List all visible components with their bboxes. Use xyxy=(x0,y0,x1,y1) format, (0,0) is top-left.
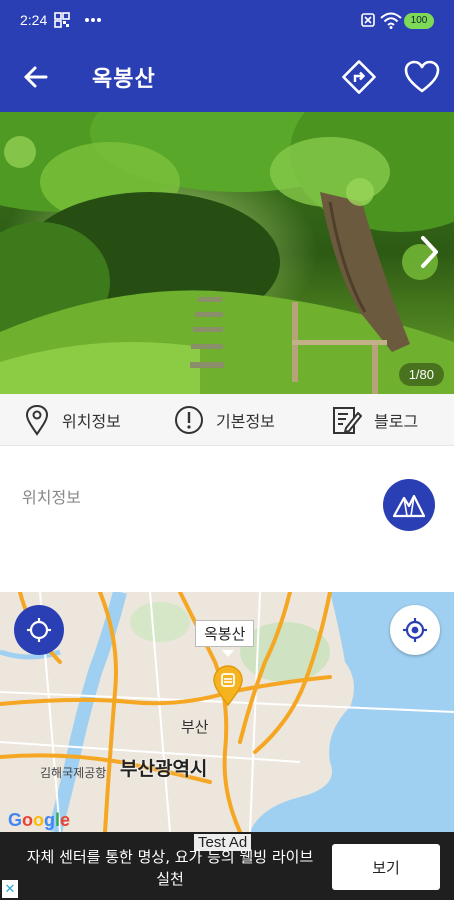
ad-banner[interactable]: 자체 센터를 통한 명상, 요가 등의 웰빙 라이브 실천 Test Ad 보기… xyxy=(0,832,454,900)
map-marker-label-tail xyxy=(222,650,234,657)
arrow-left-icon[interactable] xyxy=(18,59,54,95)
chevron-right-icon[interactable] xyxy=(414,232,444,272)
tab-basic-info-label: 기본정보 xyxy=(216,412,275,431)
status-time: 2:24 xyxy=(20,12,48,28)
wifi-icon xyxy=(380,12,402,29)
status-bar: 2:24 100 xyxy=(0,0,454,42)
directions-icon[interactable] xyxy=(340,58,378,96)
heart-outline-icon[interactable] xyxy=(402,58,442,96)
tab-location[interactable]: 위치정보 xyxy=(24,394,121,446)
photo-gallery[interactable]: 1/80 xyxy=(0,112,454,394)
ad-cta-button[interactable]: 보기 xyxy=(332,844,440,890)
map-airport-label: 김해국제공항 xyxy=(40,766,107,780)
my-location-left-button[interactable] xyxy=(14,605,64,655)
app-bar: 옥봉산 xyxy=(0,42,454,112)
battery-icon: 100 xyxy=(404,13,434,29)
my-location-icon xyxy=(403,618,427,642)
map-marker-label[interactable]: 옥봉산 xyxy=(195,620,255,647)
tab-blog[interactable]: 블로그 xyxy=(332,394,418,446)
map-city-big-label: 부산광역시 xyxy=(120,758,208,780)
mountain-icon xyxy=(393,494,425,518)
info-tabs: 위치정보 기본정보 블로그 xyxy=(0,394,454,446)
adchoices-x-icon[interactable]: ✕ xyxy=(2,880,18,898)
location-section: 위치정보 xyxy=(0,446,454,592)
map-view[interactable]: 옥봉산 부산 부산광역시 김해국제공항 Google xyxy=(0,592,454,832)
map-city-label: 부산 xyxy=(181,718,209,736)
grid-icon xyxy=(54,12,70,28)
info-circle-icon xyxy=(175,406,203,434)
my-location-icon xyxy=(27,618,51,642)
location-pin-icon xyxy=(25,404,49,436)
mountain-trail-photo xyxy=(0,112,454,394)
google-logo: Google xyxy=(8,810,71,830)
more-icon xyxy=(85,18,101,22)
mountain-button[interactable] xyxy=(383,479,435,531)
edit-note-icon xyxy=(333,407,362,434)
ad-label: Test Ad xyxy=(194,834,252,851)
tab-location-label: 위치정보 xyxy=(62,412,121,431)
photo-counter: 1/80 xyxy=(398,363,444,386)
my-location-right-button[interactable] xyxy=(390,605,440,655)
section-title: 위치정보 xyxy=(22,488,81,507)
tab-blog-label: 블로그 xyxy=(374,412,419,431)
page-title: 옥봉산 xyxy=(92,67,156,92)
sim-off-icon xyxy=(361,13,375,27)
ad-text: 자체 센터를 통한 명상, 요가 등의 웰빙 라이브 실천 xyxy=(26,848,314,888)
tab-basic-info[interactable]: 기본정보 xyxy=(174,394,275,446)
map-pin-icon[interactable] xyxy=(211,664,245,706)
